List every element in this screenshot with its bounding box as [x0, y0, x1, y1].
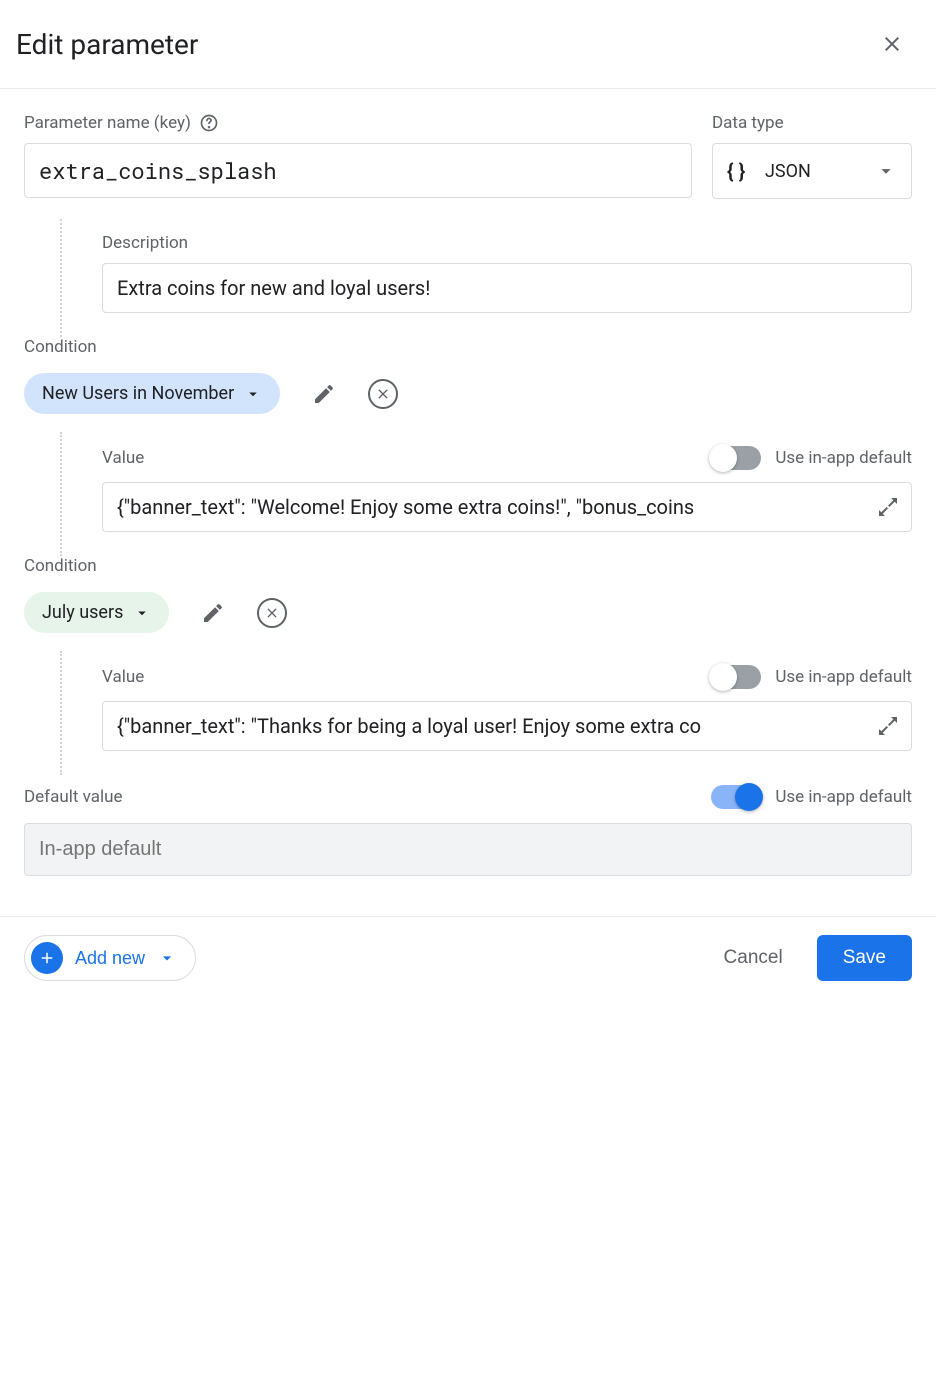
close-button[interactable]	[872, 24, 912, 64]
expand-icon	[876, 714, 900, 738]
remove-condition-button[interactable]	[368, 379, 398, 409]
use-in-app-default-toggle[interactable]	[711, 665, 761, 689]
data-type-value: JSON	[765, 161, 861, 182]
use-in-app-default-toggle[interactable]	[711, 446, 761, 470]
dialog-title: Edit parameter	[16, 28, 198, 61]
condition-value-input[interactable]: {"banner_text": "Welcome! Enjoy some ext…	[102, 482, 912, 532]
plus-icon	[31, 942, 63, 974]
pencil-icon	[312, 382, 336, 406]
condition-chip-new-users-november[interactable]: New Users in November	[24, 373, 280, 414]
param-name-input[interactable]	[24, 143, 692, 198]
expand-icon	[876, 495, 900, 519]
save-button[interactable]: Save	[817, 935, 912, 981]
condition-chip-label: New Users in November	[42, 383, 234, 404]
default-value-input	[24, 823, 912, 876]
cancel-button[interactable]: Cancel	[710, 937, 797, 979]
description-label: Description	[102, 233, 912, 253]
data-type-label: Data type	[712, 113, 912, 133]
expand-button[interactable]	[876, 714, 900, 738]
add-new-label: Add new	[75, 948, 145, 969]
close-icon	[880, 32, 904, 56]
param-name-label: Parameter name (key)	[24, 113, 191, 133]
use-in-app-default-label: Use in-app default	[775, 667, 912, 687]
value-label: Value	[102, 667, 144, 687]
value-label: Value	[102, 448, 144, 468]
chevron-down-icon	[133, 604, 151, 622]
remove-condition-button[interactable]	[257, 598, 287, 628]
condition-label: Condition	[24, 337, 912, 357]
use-in-app-default-label: Use in-app default	[775, 787, 912, 807]
condition-chip-july-users[interactable]: July users	[24, 592, 169, 633]
use-in-app-default-label: Use in-app default	[775, 448, 912, 468]
description-input[interactable]	[102, 263, 912, 313]
default-value-label: Default value	[24, 787, 123, 807]
expand-button[interactable]	[876, 495, 900, 519]
json-braces-icon: { }	[727, 160, 751, 182]
edit-condition-button[interactable]	[308, 378, 340, 410]
use-in-app-default-toggle[interactable]	[711, 785, 761, 809]
close-icon	[375, 386, 391, 402]
pencil-icon	[201, 601, 225, 625]
svg-text:{ }: { }	[727, 160, 746, 182]
chevron-down-icon	[244, 385, 262, 403]
condition-value-input[interactable]: {"banner_text": "Thanks for being a loya…	[102, 701, 912, 751]
chevron-down-icon	[875, 160, 897, 182]
condition-label: Condition	[24, 556, 912, 576]
condition-chip-label: July users	[42, 602, 123, 623]
data-type-select[interactable]: { } JSON	[712, 143, 912, 199]
chevron-down-icon	[157, 948, 177, 968]
close-icon	[264, 605, 280, 621]
help-icon[interactable]	[199, 113, 219, 133]
add-new-button[interactable]: Add new	[24, 935, 196, 981]
edit-condition-button[interactable]	[197, 597, 229, 629]
